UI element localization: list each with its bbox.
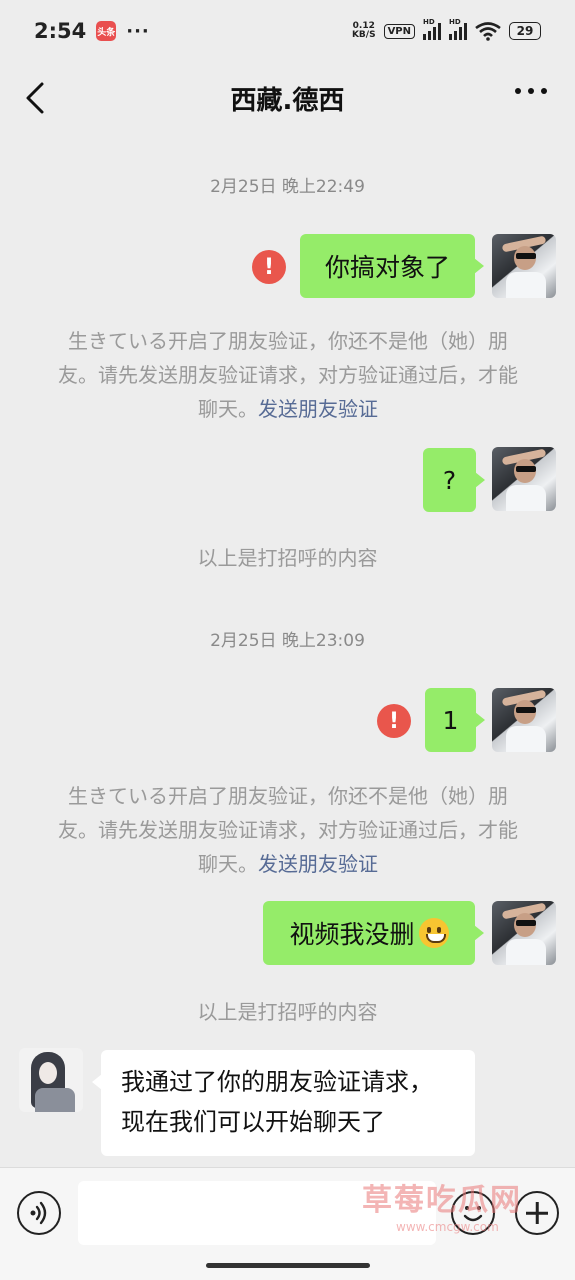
my-message-bubble[interactable]: ? <box>423 448 485 512</box>
greeting-divider: 以上是打招呼的内容 <box>197 546 378 570</box>
my-avatar[interactable] <box>492 447 556 511</box>
more-notifications-icon: ··· <box>126 20 150 42</box>
my-avatar[interactable] <box>492 901 556 965</box>
status-icons: 0.12 KB/S VPN HD HD 29 <box>352 18 541 41</box>
contact-message-bubble[interactable]: 我通过了你的朋友验证请求，现在我们可以开始聊天了 <box>92 1050 475 1156</box>
more-options-icon[interactable] <box>515 88 547 94</box>
my-avatar[interactable] <box>492 688 556 752</box>
voice-input-button[interactable] <box>17 1191 61 1235</box>
my-message-bubble[interactable]: 你搞对象了 <box>300 234 484 298</box>
signal-hd-label-2: HD <box>449 18 461 26</box>
grinning-emoji-icon <box>418 918 449 948</box>
friend-verification-notice: 生きている开启了朋友验证，你还不是他（她）朋友。请先发送朋友验证请求，对方验证通… <box>58 779 518 881</box>
watermark-logo: 草莓吃瓜网 <box>362 1183 522 1218</box>
chat-title: 西藏.德西 <box>230 85 345 116</box>
back-arrow-icon[interactable] <box>22 80 52 116</box>
home-indicator[interactable] <box>206 1263 370 1268</box>
timestamp: 2月25日 晚上23:09 <box>210 631 365 651</box>
message-text: 1 <box>442 705 459 735</box>
wifi-icon <box>475 22 501 41</box>
battery-icon: 29 <box>509 22 541 40</box>
send-verification-link[interactable]: 发送朋友验证 <box>258 852 378 876</box>
chat-header: 西藏.德西 <box>0 62 575 134</box>
message-text: 你搞对象了 <box>324 253 450 282</box>
net-speed: 0.12 KB/S <box>352 22 376 40</box>
message-text: 视频我没删 <box>289 920 415 949</box>
timestamp: 2月25日 晚上22:49 <box>210 177 365 197</box>
send-verification-link[interactable]: 发送朋友验证 <box>258 397 378 421</box>
app-badge-icon: 头条 <box>96 21 117 41</box>
greeting-divider: 以上是打招呼的内容 <box>197 1000 378 1024</box>
friend-verification-notice: 生きている开启了朋友验证，你还不是他（她）朋友。请先发送朋友验证请求，对方验证通… <box>58 324 518 426</box>
vpn-icon: VPN <box>383 23 415 39</box>
message-text: 我通过了你的朋友验证请求，现在我们可以开始聊天了 <box>121 1068 433 1136</box>
my-message-bubble[interactable]: 视频我没删 <box>263 901 484 965</box>
watermark-url: www.cmcgw.com <box>396 1220 499 1234</box>
voice-icon <box>30 1201 47 1225</box>
message-text: ? <box>442 465 457 495</box>
my-message-bubble[interactable]: 1 <box>425 688 485 752</box>
signal-hd-label: HD <box>423 18 435 26</box>
send-failed-icon[interactable]: ! <box>377 704 411 738</box>
send-failed-icon[interactable]: ! <box>252 250 286 284</box>
signal-icon: HD <box>423 18 441 40</box>
status-bar: 2:54 头条 ··· 0.12 KB/S VPN HD HD 29 <box>0 0 575 62</box>
status-time: 2:54 <box>34 19 87 43</box>
contact-avatar[interactable] <box>19 1048 83 1112</box>
my-avatar[interactable] <box>492 234 556 298</box>
net-speed-unit: KB/S <box>351 30 376 40</box>
signal-icon-2: HD <box>449 18 467 40</box>
